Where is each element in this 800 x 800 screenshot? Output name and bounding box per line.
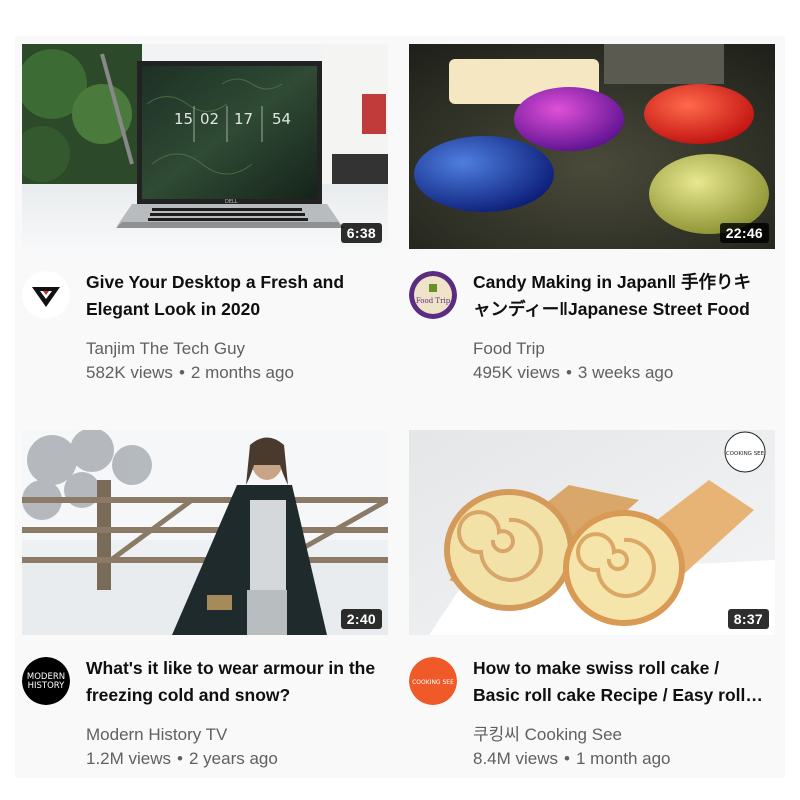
video-meta: 582K views • 2 months ago [86,361,376,385]
video-meta: 1.2M views • 2 years ago [86,747,376,771]
view-count: 8.4M views [473,749,559,768]
channel-name[interactable]: Tanjim The Tech Guy [86,337,376,361]
video-title[interactable]: Give Your Desktop a Fresh and Elegant Lo… [86,269,376,323]
view-count: 582K views [86,363,173,382]
clock-milliseconds: 54 [272,110,291,128]
video-meta: 495K views • 3 weeks ago [473,361,763,385]
avatar-text: COOKING SEE [412,679,454,686]
channel-avatar[interactable]: Food Trip [409,271,457,319]
channel-name[interactable]: Modern History TV [86,723,376,747]
channel-name[interactable]: 쿠킹씨 Cooking See [473,723,763,747]
channel-avatar[interactable]: COOKING SEE [409,657,457,705]
video-duration: 8:37 [727,609,769,629]
watermark-text: COOKING SEE [726,451,765,457]
upload-age: 1 month ago [575,749,671,768]
channel-avatar[interactable] [22,271,70,319]
avatar-text: Food Trip [416,297,451,305]
view-count: 495K views [473,363,560,382]
video-thumbnail[interactable]: 15 02 17 54 DELL 6:38 [22,44,388,249]
channel-name[interactable]: Food Trip [473,337,763,361]
clock-hours: 15 [174,110,193,128]
separator: • [564,749,570,768]
video-duration: 6:38 [340,223,382,243]
separator: • [178,363,185,382]
upload-age: 2 years ago [188,749,278,768]
separator: • [177,749,183,768]
upload-age: 2 months ago [190,363,294,382]
video-grid: 15 02 17 54 DELL 6:38 Give Your Desktop … [15,36,785,778]
view-count: 1.2M views [86,749,172,768]
video-meta: 8.4M views • 1 month ago [473,747,763,771]
video-thumbnail[interactable]: 22:46 [409,44,775,249]
avatar-text-line2: HISTORY [28,681,66,691]
video-thumbnail[interactable]: 2:40 [22,430,388,635]
clock-seconds: 17 [234,110,253,128]
laptop-logo: DELL [225,199,238,205]
video-thumbnail[interactable]: COOKING SEE 8:37 [409,430,775,635]
video-duration: 22:46 [719,223,769,243]
video-title[interactable]: How to make swiss roll cake / Basic roll… [473,655,763,709]
video-title[interactable]: What's it like to wear armour in the fre… [86,655,376,709]
separator: • [565,363,572,382]
video-duration: 2:40 [340,609,382,629]
clock-minutes: 02 [200,110,219,128]
channel-avatar[interactable]: MODERN HISTORY [22,657,70,705]
video-title[interactable]: Candy Making in Japan‖ 手作りキャンディー‖Japanes… [473,269,763,323]
upload-age: 3 weeks ago [577,363,674,382]
